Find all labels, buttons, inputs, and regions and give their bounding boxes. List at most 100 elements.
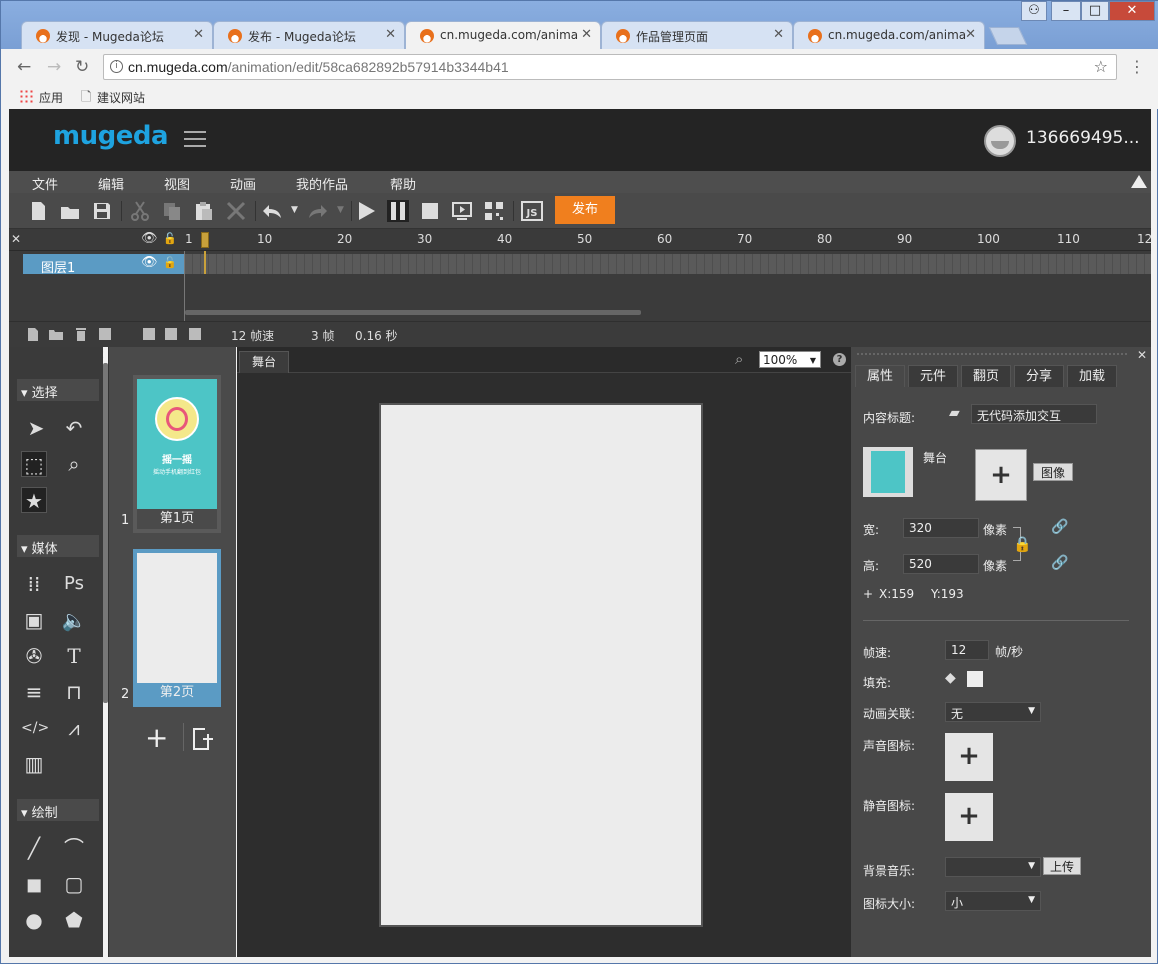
username[interactable]: 136669495... bbox=[1026, 128, 1140, 148]
minimize-icon[interactable]: – bbox=[1051, 1, 1081, 21]
node-edit-icon[interactable]: ↶ bbox=[61, 415, 87, 441]
tab-page-turn[interactable]: 翻页 bbox=[961, 365, 1011, 387]
stage-canvas[interactable] bbox=[379, 403, 703, 927]
add-image-icon[interactable]: + bbox=[975, 449, 1027, 501]
menu-file[interactable]: 文件 bbox=[32, 174, 58, 193]
browser-tab-active[interactable]: cn.mugeda.com/anima ✕ bbox=[405, 21, 601, 49]
folder-icon[interactable]: ▰ bbox=[949, 405, 960, 421]
preview-icon[interactable] bbox=[451, 200, 473, 222]
height-input[interactable]: 520 bbox=[903, 554, 979, 574]
duplicate-page-icon[interactable] bbox=[191, 727, 215, 751]
pause-icon[interactable] bbox=[387, 200, 409, 222]
javascript-icon[interactable]: JS bbox=[521, 200, 543, 222]
line-icon[interactable]: ╱ bbox=[21, 835, 47, 861]
playhead-handle[interactable] bbox=[201, 232, 209, 248]
film-strip-icon[interactable]: ▥ bbox=[21, 751, 47, 777]
play-icon[interactable] bbox=[355, 200, 377, 222]
tab-properties[interactable]: 属性 bbox=[855, 365, 905, 387]
close-tab-icon[interactable]: ✕ bbox=[773, 27, 784, 42]
paragraph-icon[interactable]: ≡ bbox=[21, 679, 47, 705]
select-arrow-icon[interactable]: ➤ bbox=[23, 415, 49, 441]
redo-icon[interactable] bbox=[307, 200, 329, 222]
info-icon[interactable]: i bbox=[110, 60, 123, 73]
bookmark-suggested-sites[interactable]: 建议网站 bbox=[97, 89, 145, 106]
hamburger-menu-icon[interactable] bbox=[184, 131, 206, 147]
close-tab-icon[interactable]: ✕ bbox=[193, 27, 204, 42]
browser-tab[interactable]: 发布 - Mugeda论坛 ✕ bbox=[213, 21, 405, 49]
transform-icon[interactable]: ⬚ bbox=[21, 451, 47, 477]
forward-icon[interactable]: → bbox=[47, 57, 61, 77]
rectangle-icon[interactable]: ◼ bbox=[21, 871, 47, 897]
collapse-up-icon[interactable] bbox=[1131, 175, 1147, 188]
audio-icon[interactable]: 🔈 bbox=[61, 607, 87, 633]
aspect-lock-icon[interactable]: 🔒 bbox=[1013, 535, 1032, 553]
close-panel-icon[interactable]: ✕ bbox=[1137, 348, 1147, 362]
menu-edit[interactable]: 编辑 bbox=[98, 174, 124, 193]
bookmark-star-icon[interactable]: ☆ bbox=[1094, 57, 1108, 76]
save-icon[interactable] bbox=[91, 200, 113, 222]
menu-view[interactable]: 视图 bbox=[164, 174, 190, 193]
upload-button[interactable]: 上传 bbox=[1043, 857, 1081, 875]
paste-icon[interactable] bbox=[193, 200, 215, 222]
zoom-select[interactable]: 100% bbox=[759, 351, 821, 369]
tab-symbols[interactable]: 元件 bbox=[908, 365, 958, 387]
image-icon[interactable]: ▣ bbox=[21, 607, 47, 633]
bookmark-apps[interactable]: 应用 bbox=[39, 89, 63, 106]
publish-button[interactable]: 发布 bbox=[555, 196, 615, 224]
content-title-field[interactable]: 无代码添加交互 bbox=[971, 404, 1097, 424]
grid-tool-icon[interactable]: ⁞⁞ bbox=[21, 571, 47, 597]
url-field[interactable]: i cn.mugeda.com/animation/edit/58ca68289… bbox=[103, 54, 1117, 80]
new-file-icon[interactable] bbox=[27, 200, 49, 222]
close-tab-icon[interactable]: ✕ bbox=[965, 27, 976, 42]
keyframe-icon[interactable] bbox=[165, 328, 177, 340]
user-profile-icon[interactable]: ⚇ bbox=[1021, 1, 1047, 21]
frame-track[interactable] bbox=[185, 254, 1151, 274]
copy-icon[interactable] bbox=[161, 200, 183, 222]
circle-icon[interactable]: ● bbox=[21, 907, 47, 933]
page-thumbnail-1[interactable]: 摇一摇 摇动手机翻到红包 第1页 bbox=[133, 375, 221, 533]
apps-grid-icon[interactable] bbox=[19, 89, 33, 103]
chart-icon[interactable]: ⩘ bbox=[61, 715, 87, 741]
add-sound-icon[interactable]: + bbox=[945, 733, 993, 781]
video-icon[interactable]: ✇ bbox=[21, 643, 47, 669]
frame-icon[interactable] bbox=[143, 328, 155, 340]
polygon-icon[interactable]: ⬟ bbox=[61, 907, 87, 933]
curve-icon[interactable]: ⌒ bbox=[61, 835, 87, 861]
reload-icon[interactable]: ↻ bbox=[75, 57, 89, 77]
qr-code-icon[interactable] bbox=[483, 200, 505, 222]
special-tool-icon[interactable]: ★ bbox=[21, 487, 47, 513]
browser-tab[interactable]: cn.mugeda.com/anima ✕ bbox=[793, 21, 985, 49]
paint-bucket-icon[interactable]: ◆ bbox=[945, 670, 956, 686]
avatar[interactable] bbox=[984, 125, 1016, 157]
eye-icon[interactable]: 👁 bbox=[141, 231, 158, 246]
menu-my-works[interactable]: 我的作品 bbox=[296, 174, 348, 193]
panel-grip[interactable] bbox=[857, 353, 1127, 355]
image-button[interactable]: 图像 bbox=[1033, 463, 1073, 481]
new-folder-icon[interactable] bbox=[49, 328, 63, 340]
add-mute-icon[interactable]: + bbox=[945, 793, 993, 841]
text-icon[interactable]: T bbox=[61, 643, 87, 669]
layer-name[interactable]: 图层1 bbox=[23, 254, 185, 276]
new-tab-button[interactable] bbox=[988, 27, 1028, 45]
zoom-icon[interactable]: ⌕ bbox=[61, 451, 87, 477]
trash-icon[interactable] bbox=[75, 327, 87, 341]
close-tab-icon[interactable]: ✕ bbox=[581, 27, 592, 42]
undo-dropdown-icon[interactable]: ▼ bbox=[291, 205, 298, 215]
close-panel-icon[interactable]: ✕ bbox=[11, 232, 21, 246]
browser-menu-icon[interactable]: ⋮ bbox=[1129, 57, 1145, 76]
maximize-icon[interactable]: □ bbox=[1081, 1, 1109, 21]
link-icon[interactable]: 🔗 bbox=[1051, 555, 1068, 571]
anim-link-select[interactable]: 无 bbox=[945, 702, 1041, 722]
close-tab-icon[interactable]: ✕ bbox=[385, 27, 396, 42]
section-draw[interactable]: ▾ 绘制 bbox=[17, 799, 99, 821]
slideshow-icon[interactable]: ⊓ bbox=[61, 679, 87, 705]
rounded-rect-icon[interactable]: ▢ bbox=[61, 871, 87, 897]
bg-music-select[interactable] bbox=[945, 857, 1041, 877]
timeline-scrollbar[interactable] bbox=[185, 310, 641, 315]
new-layer-icon[interactable] bbox=[27, 328, 39, 341]
section-media[interactable]: ▾ 媒体 bbox=[17, 535, 99, 557]
icon-size-select[interactable]: 小 bbox=[945, 891, 1041, 911]
close-window-icon[interactable]: ✕ bbox=[1109, 1, 1155, 21]
fps-input[interactable]: 12 bbox=[945, 640, 989, 660]
tab-loading[interactable]: 加载 bbox=[1067, 365, 1117, 387]
